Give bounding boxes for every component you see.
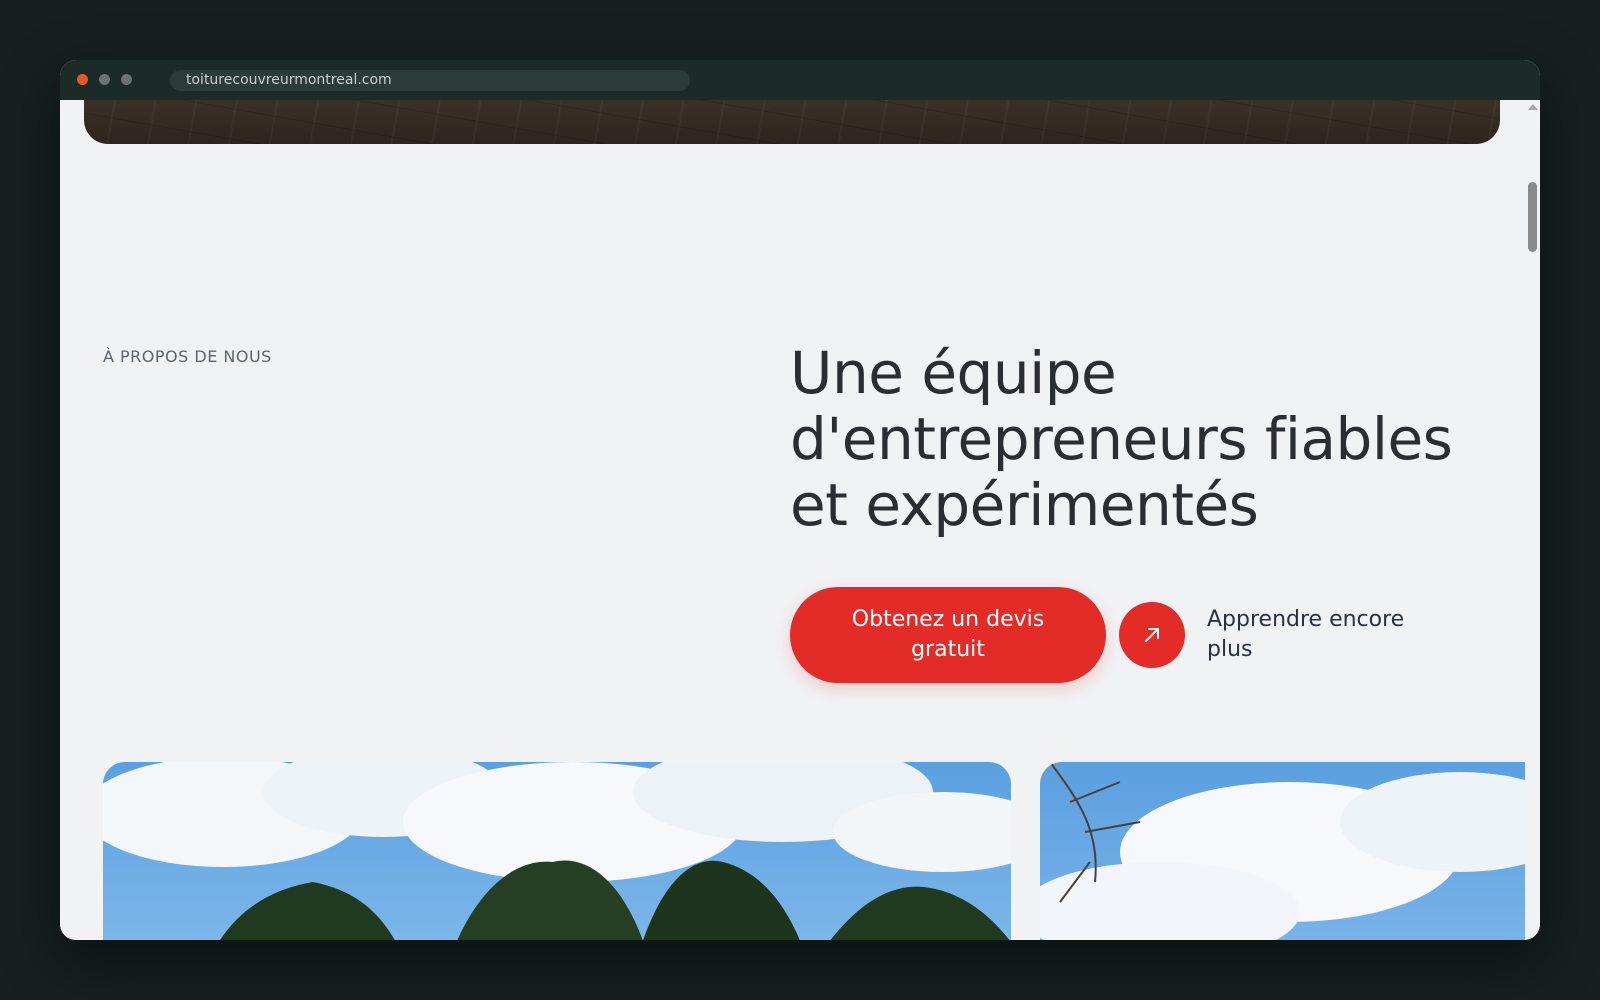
section-eyebrow: À PROPOS DE NOUS <box>103 347 272 366</box>
headline-line: d'entrepreneurs fiables <box>790 405 1453 473</box>
headline-line: et expérimentés <box>790 471 1259 539</box>
roofing-photo-house <box>1040 762 1525 940</box>
get-free-quote-button[interactable]: Obtenez un devis gratuit <box>790 587 1106 683</box>
hero-image-bottom <box>84 100 1500 144</box>
section-headline: Une équipe d'entrepreneurs fiables et ex… <box>790 340 1470 538</box>
close-window-button[interactable] <box>77 74 88 85</box>
maximize-window-button[interactable] <box>121 74 132 85</box>
minimize-window-button[interactable] <box>99 74 110 85</box>
scroll-up-arrow-icon[interactable] <box>1528 104 1538 110</box>
headline-line: Une équipe <box>790 339 1117 407</box>
roofing-photo-trees <box>103 762 1011 940</box>
browser-titlebar: toiturecouvreurmontreal.com <box>60 60 1540 100</box>
address-bar[interactable]: toiturecouvreurmontreal.com <box>170 70 690 91</box>
learn-more-link[interactable]: Apprendre encore plus <box>1119 602 1437 668</box>
learn-more-label[interactable]: Apprendre encore plus <box>1207 605 1437 665</box>
browser-window: toiturecouvreurmontreal.com À PROPOS DE … <box>60 60 1540 940</box>
arrow-up-right-icon[interactable] <box>1119 602 1185 668</box>
vertical-scrollbar[interactable] <box>1525 100 1540 940</box>
scrollbar-thumb[interactable] <box>1528 182 1537 252</box>
page-viewport: À PROPOS DE NOUS Une équipe d'entreprene… <box>60 100 1525 940</box>
